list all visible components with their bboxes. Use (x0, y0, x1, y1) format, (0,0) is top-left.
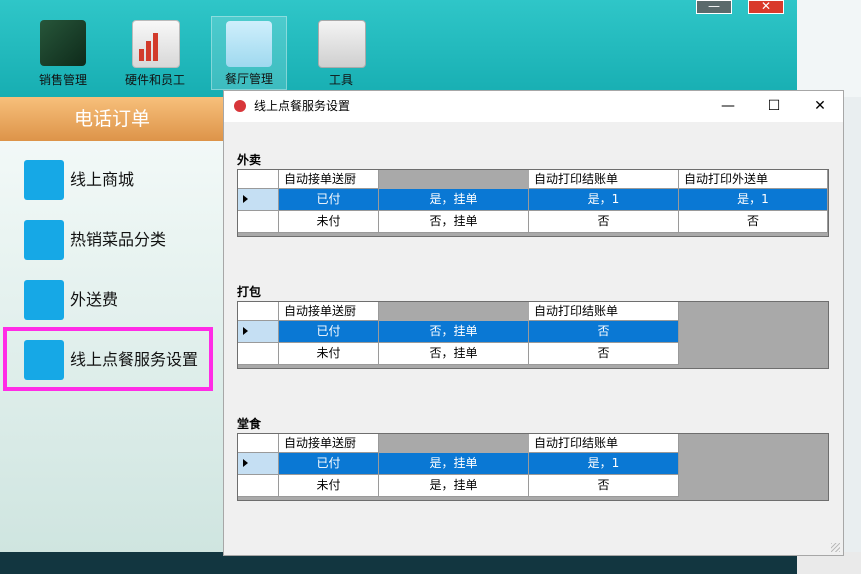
section-label-delivery: 外卖 (237, 153, 262, 167)
table-cell[interactable]: 是，挂单 (379, 453, 529, 475)
toolbar-sales-management[interactable]: 销售管理 (25, 16, 101, 90)
table-cell[interactable]: 是，1 (679, 189, 828, 211)
column-header[interactable]: 自动打印结账单 (529, 302, 679, 321)
selection-highlight (3, 327, 213, 391)
table-cell[interactable]: 是，挂单 (379, 475, 529, 497)
app-close-button[interactable]: ✕ (748, 0, 784, 14)
table-cell[interactable]: 否，挂单 (379, 211, 529, 233)
table-row[interactable]: 未付 否，挂单 否 否 (238, 211, 828, 233)
sidebar-item-label: 热销菜品分类 (70, 230, 167, 249)
table-cell[interactable]: 是，1 (529, 189, 679, 211)
dialog-minimize-button[interactable]: — (705, 91, 751, 122)
dialog-title: 线上点餐服务设置 (254, 99, 351, 113)
dialog-maximize-button[interactable]: ☐ (751, 91, 797, 122)
row-header[interactable] (238, 453, 279, 475)
sidebar-item-label: 外送费 (70, 290, 119, 309)
main-toolbar: 销售管理 硬件和员工 餐厅管理 工具 — ✕ (0, 0, 797, 97)
section-label-takeout: 打包 (237, 285, 262, 299)
app-icon (234, 100, 246, 112)
staff-chart-icon (132, 20, 180, 68)
chart-bar-icon (146, 41, 151, 61)
table-cell[interactable]: 否 (679, 211, 828, 233)
sidebar-item-label: 线上商城 (70, 170, 135, 189)
column-header[interactable]: 自动接单送厨 (279, 302, 379, 321)
toolbar-label: 硬件和员工 (124, 73, 185, 87)
sidebar: 电话订单 线上商城 热销菜品分类 外送费 线上点餐服务设置 (0, 97, 224, 552)
tile-icon (24, 280, 64, 320)
table-cell[interactable]: 未付 (279, 475, 379, 497)
sidebar-item-online-mall[interactable]: 线上商城 (24, 160, 216, 200)
current-row-arrow-icon (243, 459, 248, 467)
column-header[interactable]: 自动接单送厨 (279, 170, 379, 189)
sidebar-item-delivery-fee[interactable]: 外送费 (24, 280, 216, 320)
row-header[interactable] (238, 321, 279, 343)
column-header[interactable]: 自动打印结账单 (529, 434, 679, 453)
dialog-titlebar[interactable]: 线上点餐服务设置 — ☐ ✕ (224, 91, 843, 122)
grid-corner-cell (238, 170, 279, 189)
table-row[interactable]: 未付 是，挂单 否 (238, 475, 679, 497)
current-row-arrow-icon (243, 195, 248, 203)
toolbar-hardware-staff[interactable]: 硬件和员工 (117, 16, 193, 90)
dialog-close-button[interactable]: ✕ (797, 91, 843, 122)
chart-bar-icon (139, 49, 144, 61)
current-row-arrow-icon (243, 327, 248, 335)
table-cell[interactable]: 是，挂单 (379, 189, 529, 211)
grid-corner-cell (238, 434, 279, 453)
app-minimize-button[interactable]: — (696, 0, 732, 14)
column-header[interactable]: 自动打印外送单 (679, 170, 828, 189)
toolbar-label: 工具 (328, 73, 353, 87)
table-cell[interactable]: 已付 (279, 189, 379, 211)
table-cell[interactable]: 未付 (279, 343, 379, 365)
takeout-grid: 自动接单送厨 自动打印结账单 已付 否，挂单 否 未付 否，挂单 否 (237, 301, 829, 369)
table-cell[interactable]: 否 (529, 343, 679, 365)
online-ordering-settings-dialog: 线上点餐服务设置 — ☐ ✕ 外卖 自动接单送厨 自动打印结账单 自动打印外送单… (223, 90, 844, 556)
toolbar-background (797, 0, 861, 97)
row-header[interactable] (238, 211, 279, 233)
dine-in-grid: 自动接单送厨 自动打印结账单 已付 是，挂单 是，1 未付 是，挂单 否 (237, 433, 829, 501)
grid-corner-cell (238, 302, 279, 321)
table-row[interactable]: 已付 是，挂单 是，1 (238, 453, 679, 475)
tile-icon (24, 160, 64, 200)
toolbar-label: 餐厅管理 (224, 72, 273, 86)
table-cell[interactable]: 否 (529, 321, 679, 343)
table-cell[interactable]: 是，1 (529, 453, 679, 475)
resize-grip-icon[interactable] (831, 543, 840, 552)
table-row[interactable]: 已付 否，挂单 否 (238, 321, 679, 343)
delivery-grid: 自动接单送厨 自动打印结账单 自动打印外送单 已付 是，挂单 是，1 是，1 未… (237, 169, 829, 237)
ledger-book-icon (40, 20, 86, 66)
table-cell[interactable]: 已付 (279, 453, 379, 475)
row-header[interactable] (238, 475, 279, 497)
row-header[interactable] (238, 189, 279, 211)
table-cell[interactable]: 否，挂单 (379, 321, 529, 343)
table-cell[interactable]: 否 (529, 211, 679, 233)
table-row[interactable]: 已付 是，挂单 是，1 是，1 (238, 189, 828, 211)
sidebar-header: 电话订单 (0, 97, 224, 141)
table-cell[interactable]: 未付 (279, 211, 379, 233)
toolbar-tools[interactable]: 工具 (303, 16, 379, 90)
toolbar-restaurant-management[interactable]: 餐厅管理 (211, 16, 287, 90)
tile-icon (24, 220, 64, 260)
column-header[interactable]: 自动打印结账单 (529, 170, 679, 189)
column-header[interactable]: 自动接单送厨 (279, 434, 379, 453)
devices-icon (318, 20, 366, 68)
toolbar-label: 销售管理 (38, 73, 87, 87)
table-row[interactable]: 未付 否，挂单 否 (238, 343, 679, 365)
chart-bar-icon (153, 33, 158, 61)
table-cell[interactable]: 否，挂单 (379, 343, 529, 365)
table-cell[interactable]: 已付 (279, 321, 379, 343)
table-cell[interactable]: 否 (529, 475, 679, 497)
section-label-dine-in: 堂食 (237, 417, 262, 431)
row-header[interactable] (238, 343, 279, 365)
dining-table-icon (226, 21, 272, 67)
sidebar-item-hot-dish-categories[interactable]: 热销菜品分类 (24, 220, 216, 260)
